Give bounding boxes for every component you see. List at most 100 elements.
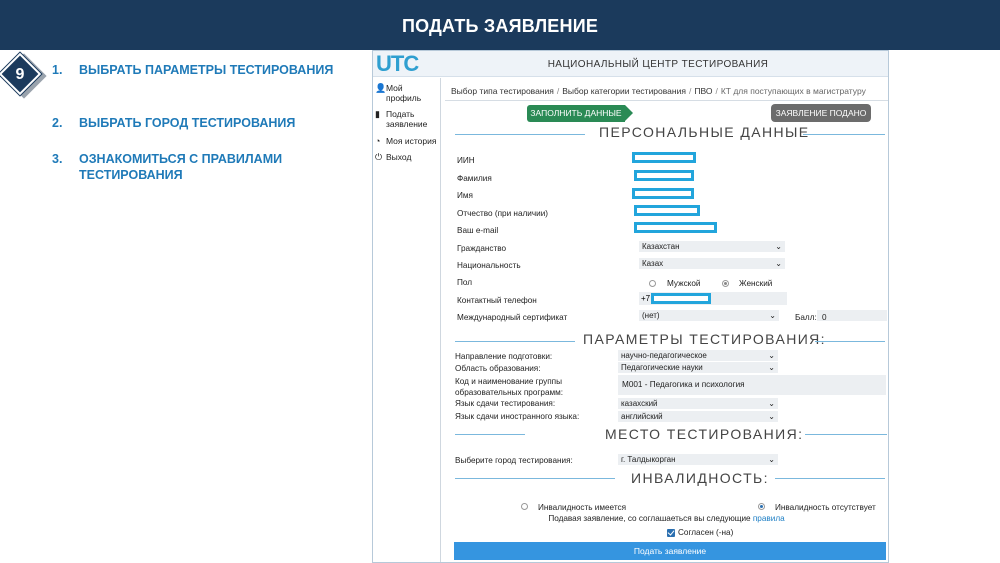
user-icon: 👤 <box>375 83 387 93</box>
select-value: г. Талдыкорган <box>621 455 676 464</box>
sidebar-item-label: Выход <box>386 152 412 162</box>
foreign-language-label: Язык сдачи иностранного языка: <box>455 412 580 421</box>
chevron-down-icon: ⌄ <box>769 311 776 320</box>
surname-label: Фамилия <box>457 174 492 183</box>
score-label: Балл: <box>795 313 817 322</box>
power-icon: ⏻ <box>375 152 383 162</box>
surname-field[interactable] <box>634 170 694 181</box>
iin-field[interactable] <box>632 152 696 163</box>
select-value: (нет) <box>642 311 660 320</box>
select-value: Казах <box>642 259 664 268</box>
divider <box>445 100 888 101</box>
patronymic-field[interactable] <box>634 205 700 216</box>
foreign-language-select[interactable]: английский ⌄ <box>618 411 778 422</box>
step-number: 2. <box>52 116 63 130</box>
disability-yes-label: Инвалидность имеется <box>538 503 627 512</box>
email-label: Ваш e-mail <box>457 226 499 235</box>
agreement-text: Подавая заявление, со соглашаеться вы сл… <box>445 514 888 523</box>
phone-label: Контактный телефон <box>457 296 537 305</box>
score-value: 0 <box>822 313 827 322</box>
chevron-down-icon: ⌄ <box>768 351 775 360</box>
nationality-select[interactable]: Казах ⌄ <box>639 258 785 269</box>
utc-logo[interactable]: UTC <box>376 53 432 77</box>
chevron-down-icon: ⌄ <box>775 259 782 268</box>
group-value: M001 - Педагогика и психология <box>622 380 745 389</box>
gender-label: Пол <box>457 278 473 287</box>
breadcrumb-current: КТ для поступающих в магистратуру <box>720 86 866 96</box>
citizenship-label: Гражданство <box>457 244 507 253</box>
select-value: научно-педагогическое <box>621 351 707 360</box>
breadcrumb-item[interactable]: Выбор типа тестирования <box>451 86 554 96</box>
breadcrumb-item[interactable]: Выбор категории тестирования <box>562 86 686 96</box>
city-select[interactable]: г. Талдыкорган ⌄ <box>618 454 778 465</box>
language-label: Язык сдачи тестирования: <box>455 399 556 408</box>
app-header: UTC НАЦИОНАЛЬНЫЙ ЦЕНТР ТЕСТИРОВАНИЯ <box>373 51 888 77</box>
application-submitted-step-button[interactable]: ЗАЯВЛЕНИЕ ПОДАНО <box>771 104 871 122</box>
section-title-disability: ИНВАЛИДНОСТЬ: <box>631 470 769 486</box>
agree-checkbox[interactable] <box>667 529 675 537</box>
group-label: Код и наименование группы <box>455 377 562 386</box>
phone-prefix: +7 <box>641 294 651 303</box>
certificate-select[interactable]: (нет) ⌄ <box>639 310 779 321</box>
group-label-line-2: образовательных программ: <box>455 388 564 397</box>
citizenship-select[interactable]: Казахстан ⌄ <box>639 241 785 252</box>
select-value: английский <box>621 412 663 421</box>
disability-no-radio[interactable] <box>758 503 765 510</box>
fill-data-step-button[interactable]: ЗАПОЛНИТЬ ДАННЫЕ <box>527 105 625 122</box>
disability-no-label: Инвалидность отсутствует <box>775 503 876 512</box>
select-value: Казахстан <box>642 242 680 251</box>
area-label: Область образования: <box>455 364 541 373</box>
step-number: 1. <box>52 63 63 77</box>
history-icon: ◔ <box>375 136 381 146</box>
breadcrumb-item[interactable]: ПВО <box>694 86 712 96</box>
step-badge: 9 <box>0 52 47 99</box>
step-arrow <box>625 105 633 121</box>
patronymic-label: Отчество (при наличии) <box>457 209 548 218</box>
name-label: Имя <box>457 191 473 200</box>
gender-male-radio[interactable] <box>649 280 656 287</box>
nationality-label: Национальность <box>457 261 521 270</box>
section-line <box>805 434 887 435</box>
chevron-down-icon: ⌄ <box>768 455 775 464</box>
section-title-params: ПАРАМЕТРЫ ТЕСТИРОВАНИЯ: <box>583 331 826 347</box>
section-line <box>455 478 615 479</box>
iin-label: ИИН <box>457 156 475 165</box>
phone-field[interactable]: +7 <box>639 292 787 305</box>
area-select[interactable]: Педагогические науки ⌄ <box>618 362 778 373</box>
section-line <box>455 134 585 135</box>
select-value: Педагогические науки <box>621 363 703 372</box>
sidebar-item-label: Мой профиль <box>386 83 422 103</box>
score-field[interactable] <box>817 310 887 321</box>
email-field[interactable] <box>634 222 717 233</box>
section-title-personal: ПЕРСОНАЛЬНЫЕ ДАННЫЕ <box>599 124 810 140</box>
app-title: НАЦИОНАЛЬНЫЙ ЦЕНТР ТЕСТИРОВАНИЯ <box>547 59 769 70</box>
select-value: казахский <box>621 399 658 408</box>
main-content: Выбор типа тестирования / Выбор категории … <box>445 78 888 562</box>
step-text: ВЫБРАТЬ ПАРАМЕТРЫ ТЕСТИРОВАНИЯ <box>79 63 334 77</box>
section-title-place: МЕСТО ТЕСТИРОВАНИЯ: <box>605 426 804 442</box>
submit-application-button[interactable]: Подать заявление <box>454 542 886 560</box>
section-line <box>455 434 525 435</box>
sidebar-item-label: Моя история <box>386 136 437 146</box>
rules-link[interactable]: правила <box>753 514 785 523</box>
direction-label: Направление подготовки: <box>455 352 553 361</box>
section-line <box>803 134 885 135</box>
city-label: Выберите город тестирования: <box>455 456 573 465</box>
disability-yes-radio[interactable] <box>521 503 528 510</box>
direction-select[interactable]: научно-педагогическое ⌄ <box>618 350 778 361</box>
language-select[interactable]: казахский ⌄ <box>618 398 778 409</box>
chevron-down-icon: ⌄ <box>768 399 775 408</box>
gender-male-label: Мужской <box>667 279 701 288</box>
slide: ПОДАТЬ ЗАЯВЛЕНИЕ 9 1. ВЫБРАТЬ ПАРАМЕТРЫ … <box>0 0 1000 563</box>
step-text: ОЗНАКОМИТЬСЯ С ПРАВИЛАМИ ТЕСТИРОВАНИЯ <box>79 152 283 182</box>
phone-highlight <box>651 293 711 304</box>
app-screenshot: UTC НАЦИОНАЛЬНЫЙ ЦЕНТР ТЕСТИРОВАНИЯ 👤 Мо… <box>372 50 889 563</box>
gender-female-radio[interactable] <box>722 280 729 287</box>
name-field[interactable] <box>632 188 694 199</box>
document-icon: ▮ <box>375 109 380 119</box>
section-line <box>775 478 885 479</box>
step-text: ВЫБРАТЬ ГОРОД ТЕСТИРОВАНИЯ <box>79 116 296 130</box>
agreement-statement: Подавая заявление, со соглашаеться вы сл… <box>548 514 751 523</box>
certificate-label: Международный сертификат <box>457 313 568 322</box>
sidebar: 👤 Мой профиль ▮ Подать заявление ◔ Моя и… <box>373 78 441 562</box>
